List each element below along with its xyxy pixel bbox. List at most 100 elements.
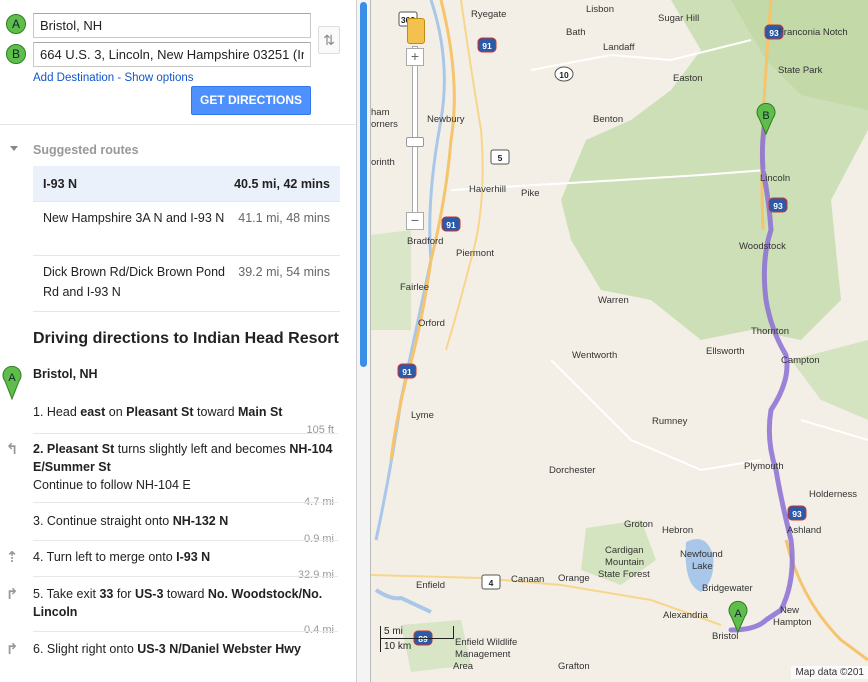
road: [800, 419, 868, 441]
place-label: Lisbon: [586, 4, 614, 15]
place-label: Rumney: [652, 416, 688, 427]
step-text: toward: [163, 587, 208, 601]
step-text: Continue straight onto: [46, 514, 173, 528]
place-label: Landaff: [603, 42, 635, 53]
route-option[interactable]: I-93 N 40.5 mi, 42 mins: [33, 166, 340, 202]
destination-input[interactable]: [33, 42, 311, 67]
highway-shield-icon: 91: [477, 37, 497, 53]
pin-b-letter: B: [762, 110, 769, 122]
map-view[interactable]: 302939110591939193489 RyegateLisbonSugar…: [371, 0, 868, 682]
step-distance: 0.4 mi: [304, 624, 334, 636]
road-i93-south: [784, 539, 868, 662]
zoom-slider-track[interactable]: [412, 46, 418, 226]
zoom-out-button[interactable]: −: [406, 212, 424, 230]
place-label: Fairlee: [400, 282, 429, 293]
add-destination-link[interactable]: Add Destination: [33, 72, 114, 84]
highway-shield-icon: 93: [787, 505, 807, 521]
place-label: Enfield: [416, 580, 445, 591]
route-name: New Hampshire 3A N and I-93 N: [43, 211, 225, 225]
panel-scrollbar[interactable]: [356, 0, 371, 682]
map-attribution: Map data ©201: [791, 666, 868, 679]
step-text: 1.: [33, 405, 47, 419]
lake: [374, 588, 432, 614]
step-text: Turn left to merge onto: [46, 550, 177, 564]
direction-step[interactable]: 3. Continue straight onto NH-132 N: [33, 512, 338, 530]
scale-miles: 5 mi: [380, 626, 454, 639]
place-label: Plymouth: [744, 461, 784, 472]
place-label: Ashland: [787, 525, 821, 536]
step-text: Slight right onto: [46, 642, 138, 656]
place-label: Warren: [598, 295, 629, 306]
scrollbar-thumb[interactable]: [360, 2, 367, 367]
shield-number: 5: [498, 153, 503, 163]
route-option[interactable]: Dick Brown Rd/Dick Brown Pond Rd and I-9…: [33, 256, 340, 312]
step-text: toward: [193, 405, 239, 419]
get-directions-button[interactable]: GET DIRECTIONS: [191, 86, 311, 115]
place-label: Management: [455, 649, 511, 660]
place-label: Lyme: [411, 410, 434, 421]
place-label: Thornton: [751, 326, 789, 337]
place-label: Hampton: [773, 617, 812, 628]
place-label: Enfield Wildlife: [455, 637, 517, 648]
place-label: Orford: [418, 318, 445, 329]
place-label: Cardigan: [605, 545, 644, 556]
shield-number: 91: [446, 220, 456, 230]
place-label: orinth: [371, 157, 395, 168]
place-label: Wentworth: [572, 350, 617, 361]
place-label: New: [780, 605, 799, 616]
highway-shield-icon: 5: [490, 149, 510, 165]
place-label: ham: [371, 107, 390, 118]
route-name: I-93 N: [43, 177, 78, 191]
place-label: Sugar Hill: [658, 13, 699, 24]
place-label: State Forest: [598, 569, 650, 580]
zoom-slider-handle[interactable]: [406, 137, 424, 147]
place-label: Easton: [673, 73, 703, 84]
place-label: Newbury: [427, 114, 465, 125]
section-divider: [0, 124, 356, 125]
destination-marker-icon: B: [6, 44, 26, 64]
direction-step[interactable]: 6. Slight right onto US-3 N/Daniel Webst…: [33, 640, 338, 658]
place-label: Bristol: [712, 631, 738, 642]
step-divider: [33, 540, 338, 541]
step-text: Take exit: [46, 587, 100, 601]
step-text: 5.: [33, 587, 47, 601]
show-options-link[interactable]: Show options: [124, 72, 193, 84]
turn-icon: ↱: [5, 641, 19, 658]
route-stats: 39.2 mi, 54 mins: [238, 265, 330, 279]
place-label: Lincoln: [760, 173, 790, 184]
direction-step[interactable]: 2. Pleasant St turns slightly left and b…: [33, 440, 338, 494]
directions-panel: A B ⇅ Add Destination - Show options GET…: [0, 0, 356, 682]
place-label: Bridgewater: [702, 583, 753, 594]
zoom-in-button[interactable]: +: [406, 48, 424, 66]
step-text: Pleasant St: [126, 405, 194, 419]
step-text: US-3: [134, 587, 164, 601]
step-divider: [33, 502, 338, 503]
direction-step[interactable]: 5. Take exit 33 for US-3 toward No. Wood…: [33, 585, 338, 621]
place-label: Pike: [521, 188, 539, 199]
place-label: Mountain: [605, 557, 644, 568]
direction-step[interactable]: 1. Head east on Pleasant St toward Main …: [33, 403, 338, 421]
place-label: Orange: [558, 573, 590, 584]
place-label: Ryegate: [471, 9, 506, 20]
map-canvas: 302939110591939193489 RyegateLisbonSugar…: [371, 0, 868, 672]
step-text: 2. Pleasant St: [33, 442, 115, 456]
step-text: Head: [46, 405, 81, 419]
shield-number: 91: [482, 41, 492, 51]
swap-addresses-button[interactable]: ⇅: [318, 26, 340, 54]
route-option[interactable]: New Hampshire 3A N and I-93 N 41.1 mi, 48…: [33, 202, 340, 256]
place-label: Groton: [624, 519, 653, 530]
step-distance: 105 ft: [306, 424, 334, 436]
direction-step[interactable]: 4. Turn left to merge onto I-93 N: [33, 548, 338, 566]
origin-input[interactable]: [33, 13, 311, 38]
highway-shield-icon: 91: [397, 363, 417, 379]
suggested-routes-title[interactable]: Suggested routes: [33, 143, 139, 157]
place-label: Dorchester: [549, 465, 595, 476]
pegman-icon[interactable]: [407, 18, 425, 44]
place-label: Holderness: [809, 489, 857, 500]
step-divider: [33, 631, 338, 632]
route-stats: 41.1 mi, 48 mins: [238, 211, 330, 225]
step-text: US-3 N/Daniel Webster Hwy: [137, 642, 301, 656]
collapse-arrow-icon[interactable]: [10, 146, 18, 151]
step-text: turns slightly left and becomes: [114, 442, 290, 456]
place-label: Benton: [593, 114, 623, 125]
